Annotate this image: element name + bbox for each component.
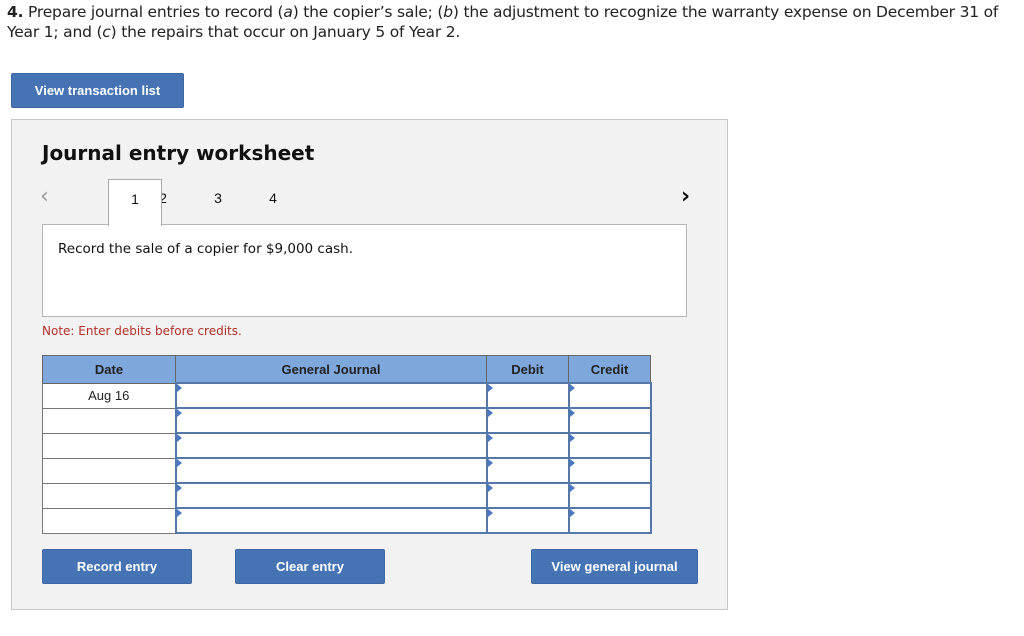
debit-input[interactable] [485, 507, 570, 534]
account-dropdown[interactable] [174, 507, 488, 534]
credit-input[interactable] [567, 457, 652, 484]
header-debit: Debit [486, 355, 569, 384]
worksheet-title: Journal entry worksheet [42, 141, 315, 165]
date-cell[interactable] [42, 432, 176, 459]
debit-input[interactable] [485, 482, 570, 509]
question-text-2: ) the copier’s sale; ( [292, 3, 444, 21]
date-cell[interactable] [42, 507, 176, 534]
journal-row: Aug 16 [42, 382, 652, 409]
debit-input[interactable] [485, 382, 570, 409]
credit-input[interactable] [567, 482, 652, 509]
view-general-journal-button[interactable]: View general journal [531, 549, 698, 584]
credit-input[interactable] [567, 382, 652, 409]
account-dropdown[interactable] [174, 457, 488, 484]
credit-input[interactable] [567, 407, 652, 434]
record-entry-button[interactable]: Record entry [42, 549, 192, 584]
date-cell[interactable] [42, 482, 176, 509]
dropdown-indicator-icon [176, 509, 182, 517]
dropdown-indicator-icon [569, 434, 575, 442]
dropdown-indicator-icon [487, 509, 493, 517]
transaction-description: Record the sale of a copier for $9,000 c… [58, 241, 354, 257]
debit-input[interactable] [485, 407, 570, 434]
account-dropdown[interactable] [174, 407, 488, 434]
dropdown-indicator-icon [487, 409, 493, 417]
view-transaction-list-button[interactable]: View transaction list [11, 73, 184, 108]
question-number: 4. [7, 3, 24, 21]
journal-row [42, 482, 652, 509]
dropdown-indicator-icon [176, 459, 182, 467]
next-chevron-icon[interactable]: › [681, 184, 690, 209]
dropdown-indicator-icon [569, 459, 575, 467]
transaction-description-box: Record the sale of a copier for $9,000 c… [42, 224, 687, 317]
header-date: Date [42, 355, 176, 384]
dropdown-indicator-icon [487, 459, 493, 467]
journal-entry-worksheet-panel: Journal entry worksheet ‹ 1 2 3 4 › Reco… [11, 119, 728, 610]
journal-row [42, 432, 652, 459]
dropdown-indicator-icon [176, 434, 182, 442]
previous-chevron-icon[interactable]: ‹ [40, 184, 49, 209]
debit-input[interactable] [485, 432, 570, 459]
date-cell[interactable] [42, 457, 176, 484]
tab-4[interactable]: 4 [246, 179, 300, 225]
dropdown-indicator-icon [176, 384, 182, 392]
account-dropdown[interactable] [174, 432, 488, 459]
account-dropdown[interactable] [174, 382, 488, 409]
question-part-c: c [102, 23, 111, 41]
dropdown-indicator-icon [569, 484, 575, 492]
question-text-4: ) the repairs that occur on January 5 of… [110, 23, 461, 41]
dropdown-indicator-icon [487, 384, 493, 392]
dropdown-indicator-icon [487, 484, 493, 492]
journal-table: Date General Journal Debit Credit Aug 16 [42, 355, 652, 534]
question-prompt: 4. Prepare journal entries to record (a)… [7, 2, 1019, 42]
journal-header-row: Date General Journal Debit Credit [42, 355, 651, 384]
account-dropdown[interactable] [174, 482, 488, 509]
question-part-a: a [283, 3, 293, 21]
dropdown-indicator-icon [176, 484, 182, 492]
journal-row [42, 507, 652, 534]
question-part-b: b [443, 3, 453, 21]
question-text-1: Prepare journal entries to record ( [28, 3, 284, 21]
debits-credits-note: Note: Enter debits before credits. [42, 324, 242, 338]
date-cell[interactable] [42, 407, 176, 434]
debit-input[interactable] [485, 457, 570, 484]
journal-row [42, 407, 652, 434]
header-general-journal: General Journal [175, 355, 487, 384]
journal-row [42, 457, 652, 484]
date-cell[interactable]: Aug 16 [42, 382, 176, 409]
credit-input[interactable] [567, 432, 652, 459]
dropdown-indicator-icon [176, 409, 182, 417]
dropdown-indicator-icon [569, 384, 575, 392]
tab-3[interactable]: 3 [191, 179, 245, 225]
dropdown-indicator-icon [569, 509, 575, 517]
clear-entry-button[interactable]: Clear entry [235, 549, 385, 584]
credit-input[interactable] [567, 507, 652, 534]
header-credit: Credit [568, 355, 651, 384]
tab-1[interactable]: 1 [108, 179, 162, 226]
dropdown-indicator-icon [487, 434, 493, 442]
dropdown-indicator-icon [569, 409, 575, 417]
